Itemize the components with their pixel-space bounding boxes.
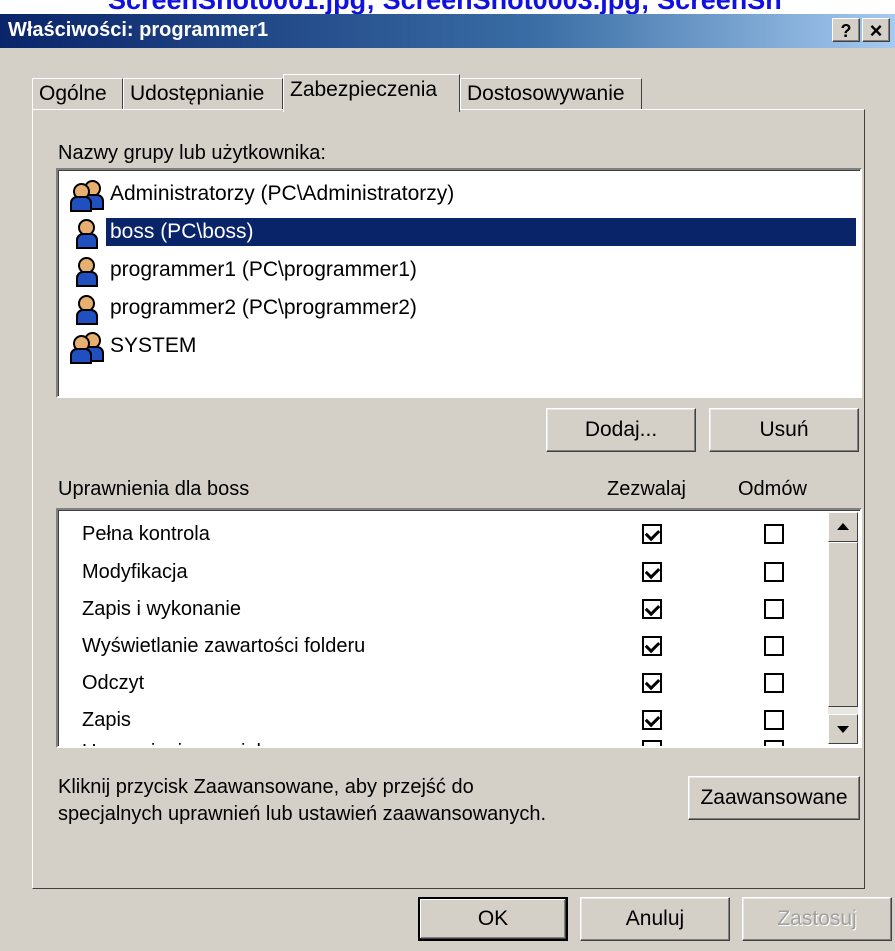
- allow-checkbox-full-control[interactable]: [642, 524, 662, 544]
- deny-checkbox-full-control[interactable]: [764, 524, 784, 544]
- permission-row-special: Uprawnienia specjalne: [82, 734, 283, 746]
- banner-text: ScreenShot0001.jpg; ScreenShot0003.jpg; …: [108, 0, 782, 14]
- arrow-up-icon: [837, 523, 849, 530]
- allow-checkbox-list-folder[interactable]: [642, 636, 662, 656]
- user-item-programmer1[interactable]: programmer1 (PC\programmer1): [70, 252, 421, 288]
- user-item-programmer2[interactable]: programmer2 (PC\programmer2): [70, 290, 421, 326]
- user-item-administratorzy[interactable]: Administratorzy (PC\Administratorzy): [70, 176, 458, 212]
- deny-checkbox-list-folder[interactable]: [764, 636, 784, 656]
- user-icon: [70, 216, 106, 249]
- ok-button[interactable]: OK: [418, 897, 568, 941]
- advanced-description: Kliknij przycisk Zaawansowane, aby przej…: [58, 776, 547, 825]
- allow-column-header: Zezwalaj: [607, 478, 686, 500]
- properties-dialog: Właściwości: programmer1 ? × Ogólne Udos…: [0, 14, 895, 951]
- deny-checkbox-read-execute[interactable]: [764, 599, 784, 619]
- arrow-down-icon: [837, 726, 849, 733]
- deny-checkbox-read[interactable]: [764, 673, 784, 693]
- user-icon: [70, 254, 106, 287]
- permission-row-full-control: Pełna kontrola: [82, 523, 210, 545]
- allow-checkbox-read[interactable]: [642, 673, 662, 693]
- add-button[interactable]: Dodaj...: [546, 408, 696, 452]
- scroll-thumb[interactable]: [828, 542, 858, 707]
- deny-checkbox-write[interactable]: [764, 710, 784, 730]
- help-button[interactable]: ?: [832, 18, 860, 42]
- cropped-banner: ScreenShot0001.jpg; ScreenShot0003.jpg; …: [0, 0, 895, 14]
- window-title: Właściwości: programmer1: [8, 19, 269, 41]
- allow-checkbox-modify[interactable]: [642, 562, 662, 582]
- allow-checkbox-write[interactable]: [642, 710, 662, 730]
- permission-row-modify: Modyfikacja: [82, 561, 188, 583]
- scroll-down-button[interactable]: [828, 714, 858, 744]
- tab-customize[interactable]: Dostosowywanie: [460, 78, 642, 110]
- remove-button[interactable]: Usuń: [709, 408, 859, 452]
- deny-checkbox-special[interactable]: [764, 740, 784, 746]
- scroll-up-button[interactable]: [828, 512, 858, 542]
- advanced-button[interactable]: Zaawansowane: [688, 776, 860, 820]
- users-listbox[interactable]: Administratorzy (PC\Administratorzy) bos…: [56, 168, 862, 398]
- deny-checkbox-modify[interactable]: [764, 562, 784, 582]
- deny-column-header: Odmów: [738, 478, 807, 500]
- permission-row-list-folder: Wyświetlanie zawartości folderu: [82, 635, 366, 657]
- permissions-listbox[interactable]: Pełna kontrola Modyfikacja Zapis i wykon…: [56, 508, 862, 748]
- cancel-button[interactable]: Anuluj: [580, 897, 730, 941]
- tab-security[interactable]: Zabezpieczenia: [283, 74, 460, 112]
- permission-row-write: Zapis: [82, 709, 131, 731]
- permission-row-read: Odczyt: [82, 672, 145, 694]
- user-item-system[interactable]: SYSTEM: [70, 328, 200, 364]
- users-label: Nazwy grupy lub użytkownika:: [58, 142, 326, 164]
- permissions-scrollbar[interactable]: [828, 512, 858, 744]
- user-item-boss[interactable]: boss (PC\boss): [70, 214, 856, 250]
- title-bar: Właściwości: programmer1 ? ×: [0, 14, 895, 48]
- permission-row-read-execute: Zapis i wykonanie: [82, 598, 241, 620]
- allow-checkbox-special[interactable]: [642, 740, 662, 746]
- group-icon: [70, 330, 106, 364]
- allow-checkbox-read-execute[interactable]: [642, 599, 662, 619]
- group-icon: [70, 178, 106, 212]
- permissions-label: Uprawnienia dla boss: [58, 478, 250, 500]
- close-button[interactable]: ×: [862, 18, 890, 43]
- user-icon: [70, 292, 106, 325]
- tab-general[interactable]: Ogólne: [32, 78, 123, 110]
- apply-button[interactable]: Zastosuj: [742, 897, 892, 941]
- tab-sharing[interactable]: Udostępnianie: [123, 78, 283, 110]
